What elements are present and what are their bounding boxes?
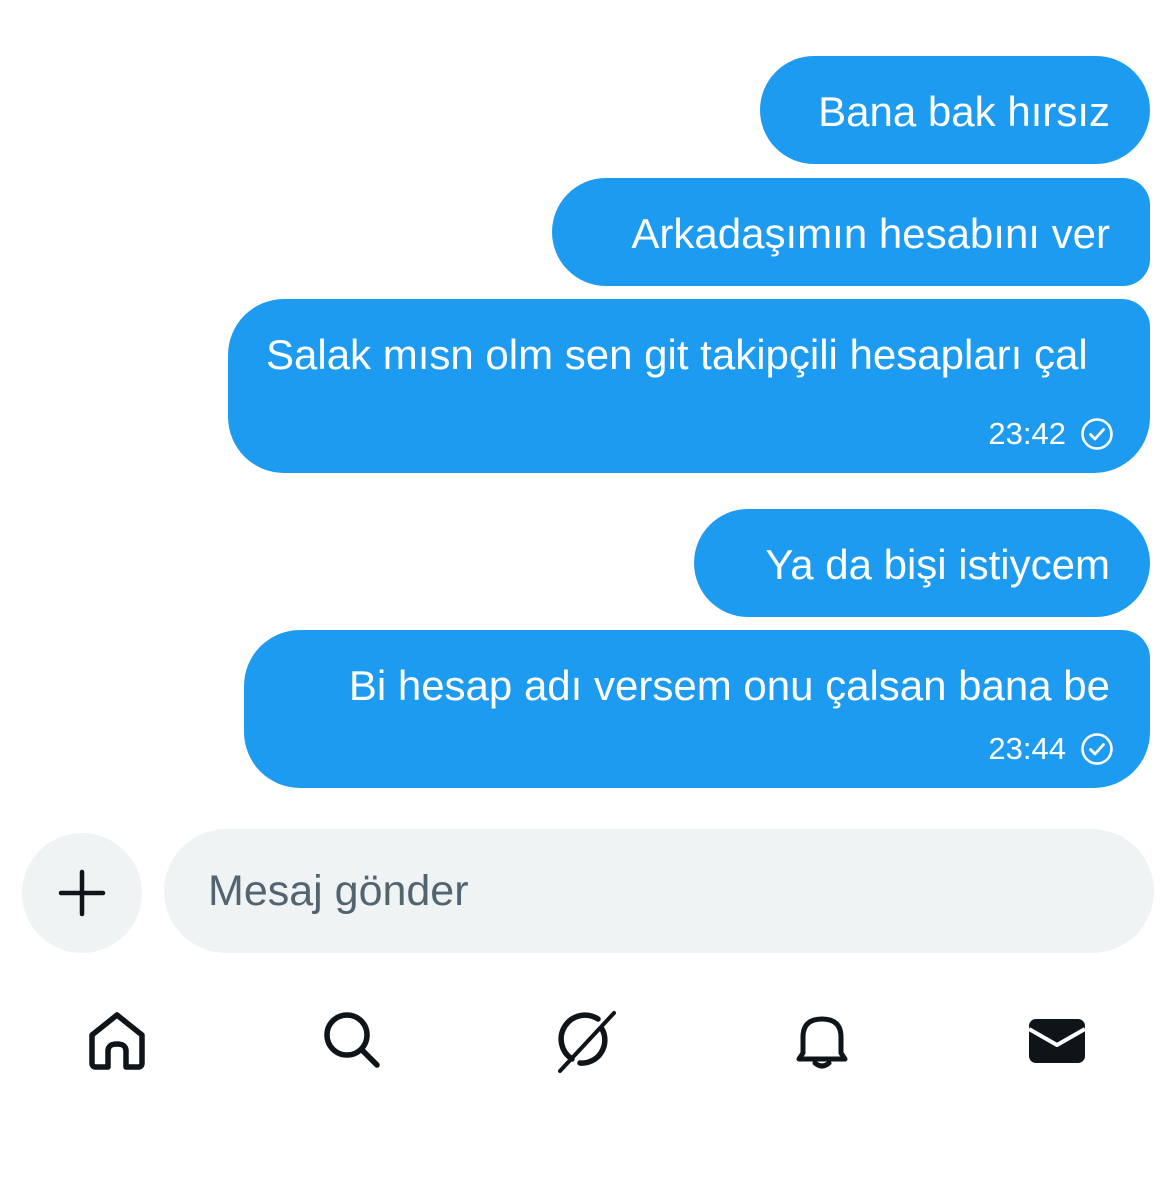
message-text: Arkadaşımın hesabını ver <box>631 210 1110 257</box>
nav-home[interactable] <box>81 1004 153 1076</box>
message-bubble[interactable]: Salak mısn olm sen git takipçili hesapla… <box>228 299 1150 473</box>
nav-notifications[interactable] <box>786 1004 858 1076</box>
check-circle-icon <box>1081 418 1113 450</box>
mail-icon <box>1028 1019 1086 1063</box>
bottom-navigation <box>0 1000 1174 1080</box>
nav-messages[interactable] <box>1021 1004 1093 1076</box>
message-meta: 23:44 <box>988 732 1114 766</box>
grok-icon <box>558 1011 616 1073</box>
message-bubble[interactable]: Ya da bişi istiycem <box>694 509 1150 617</box>
bell-icon <box>796 1016 848 1069</box>
home-icon <box>89 1012 145 1070</box>
message-timestamp: 23:42 <box>988 416 1066 451</box>
message-input[interactable] <box>164 829 1154 953</box>
message-text: Salak mısn olm sen git takipçili hesapla… <box>266 331 1088 378</box>
message-meta: 23:42 <box>988 417 1114 451</box>
message-bubble[interactable]: Arkadaşımın hesabını ver <box>552 178 1150 286</box>
message-bubble[interactable]: Bana bak hırsız <box>760 56 1150 164</box>
nav-grok[interactable] <box>551 1004 623 1076</box>
message-text: Bana bak hırsız <box>818 88 1110 135</box>
message-text: Ya da bişi istiycem <box>765 541 1110 588</box>
message-timestamp: 23:44 <box>988 731 1066 766</box>
message-text: Bi hesap adı versem onu çalsan bana be <box>348 662 1110 709</box>
check-circle-icon <box>1081 733 1113 765</box>
search-icon <box>324 1012 380 1068</box>
message-composer <box>0 829 1174 953</box>
add-attachment-button[interactable] <box>22 833 142 953</box>
plus-icon <box>58 869 106 917</box>
nav-search[interactable] <box>316 1004 388 1076</box>
message-bubble[interactable]: Bi hesap adı versem onu çalsan bana be 2… <box>244 630 1150 788</box>
